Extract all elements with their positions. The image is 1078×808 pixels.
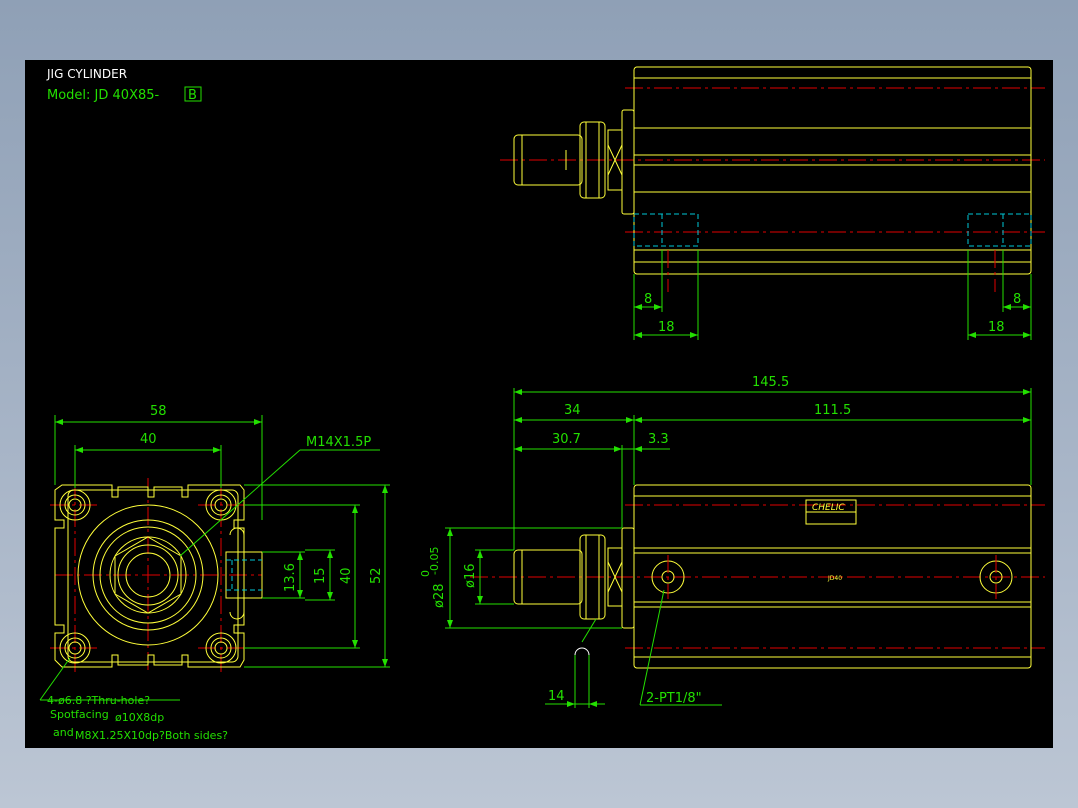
- cad-drawing: JIG CYLINDER Model: JD 40X85- B 58 40 M1…: [25, 60, 1053, 748]
- dim-front-52: 52: [369, 567, 384, 584]
- thread-callout: M14X1.5P: [306, 435, 371, 450]
- hole-note-line2a: Spotfacing: [50, 708, 109, 721]
- dim-side-111-5: 111.5: [814, 403, 851, 418]
- hole-note-line3b: M8X1.25X10dp?Both sides?: [75, 729, 228, 742]
- dim-front-13-6: 13.6: [283, 563, 298, 592]
- drawing-title: JIG CYLINDER: [46, 67, 127, 81]
- brand-label: CHELIC: [812, 503, 845, 513]
- dim-bush-diameter: ø28: [432, 584, 447, 609]
- drawing-area: [25, 60, 1053, 748]
- dim-side-34: 34: [564, 403, 581, 418]
- dim-side-30-7: 30.7: [552, 432, 581, 447]
- hole-note-line3a: and: [53, 726, 74, 739]
- dim-front-40: 40: [140, 432, 157, 447]
- model-small-label: JD40: [827, 575, 842, 582]
- model-suffix: B: [188, 88, 197, 103]
- cad-viewport[interactable]: JIG CYLINDER Model: JD 40X85- B 58 40 M1…: [0, 0, 1078, 808]
- dim-front-15: 15: [313, 567, 328, 584]
- hole-note-line1: 4-ø6.8 ?Thru-hole?: [47, 694, 150, 707]
- hole-note-line2b: ø10X8dp: [115, 711, 164, 724]
- port-callout: 2-PT1/8": [646, 691, 702, 706]
- dim-side-3-3: 3.3: [648, 432, 669, 447]
- dim-front-40-vertical: 40: [339, 567, 354, 584]
- dim-top-left-18: 18: [658, 320, 675, 335]
- dim-rod-diameter: ø16: [463, 564, 478, 589]
- dim-top-right-18: 18: [988, 320, 1005, 335]
- dim-bush-tolerance-bottom: -0.05: [428, 547, 441, 575]
- dim-front-58: 58: [150, 404, 167, 419]
- dim-top-left-8: 8: [644, 292, 652, 307]
- dim-side-total: 145.5: [752, 375, 789, 390]
- model-label: Model: JD 40X85-: [47, 88, 160, 103]
- dim-wrench-14: 14: [548, 689, 565, 704]
- dim-top-right-8: 8: [1013, 292, 1021, 307]
